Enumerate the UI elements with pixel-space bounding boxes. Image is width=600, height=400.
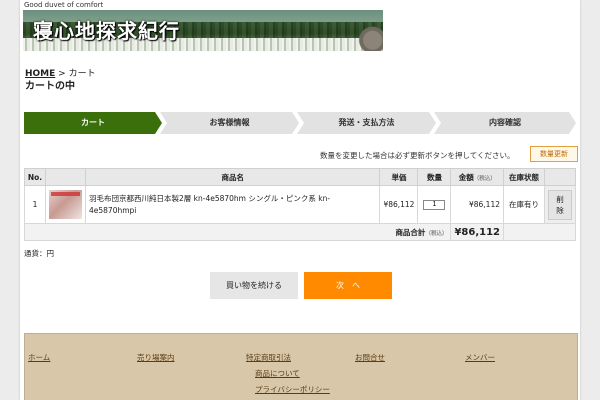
footer-link-member[interactable]: メンバー xyxy=(465,352,495,363)
col-amount-label: 金額 xyxy=(458,172,474,182)
col-amount: 金額（税込） xyxy=(450,168,504,186)
total-label: 商品合計 xyxy=(395,227,426,237)
banner-hay-bales xyxy=(357,24,383,51)
checkout-steps: カート お客様情報 発送・支払方法 内容確認 xyxy=(24,112,576,134)
footer-link-home[interactable]: ホーム xyxy=(28,352,50,363)
product-thumbnail[interactable] xyxy=(49,190,82,219)
page: Good duvet of comfort 寝心地探求紀行 HOME > カート… xyxy=(20,0,580,400)
footer-link-privacy[interactable]: プライバシーポリシー xyxy=(255,384,330,395)
row-amount: ¥86,112 xyxy=(450,185,504,224)
col-image xyxy=(45,168,86,186)
currency-line: 通貨：円 xyxy=(24,249,54,258)
footer-link-commerce-law[interactable]: 特定商取引法 xyxy=(246,352,291,363)
step-confirm: 内容確認 xyxy=(434,112,576,134)
col-qty: 数量 xyxy=(417,168,452,186)
step-cart: カート xyxy=(24,112,162,134)
site-banner[interactable]: 寝心地探求紀行 xyxy=(23,10,383,51)
delete-button[interactable]: 削除 xyxy=(548,189,572,220)
total-empty-cell xyxy=(503,223,576,241)
next-button[interactable]: 次 へ xyxy=(304,272,392,299)
step-customer-info: お客様情報 xyxy=(160,112,299,134)
footer-link-contact[interactable]: お問合せ xyxy=(355,352,385,363)
step-shipping-payment: 発送・支払方法 xyxy=(297,112,436,134)
update-quantity-button[interactable]: 数量更新 xyxy=(530,146,578,162)
row-product-name: 羽毛布団京都西川純日本製2層 kn-4e5870hm シングル・ピンク系 kn-… xyxy=(84,185,381,224)
col-stock: 在庫状態 xyxy=(503,168,545,186)
total-row: 商品合計（税込） ¥86,112 xyxy=(23,223,576,241)
site-title: 寝心地探求紀行 xyxy=(33,19,180,43)
quantity-input[interactable] xyxy=(423,199,446,210)
footer-link-store-guide[interactable]: 売り場案内 xyxy=(137,352,175,363)
total-label-cell: 商品合計（税込） xyxy=(23,223,452,241)
cart-table: No. 商品名 単価 数量 金額（税込） 在庫状態 1 羽毛布団京都西川純日本製… xyxy=(23,168,576,241)
col-product-name: 商品名 xyxy=(84,168,381,186)
row-delete-cell: 削除 xyxy=(544,185,576,224)
row-no: 1 xyxy=(24,185,46,224)
table-header-row: No. 商品名 単価 数量 金額（税込） 在庫状態 xyxy=(24,168,576,186)
table-row: 1 羽毛布団京都西川純日本製2層 kn-4e5870hm シングル・ピンク系 k… xyxy=(24,185,576,224)
row-image-cell xyxy=(45,185,86,224)
row-stock-status: 在庫有り xyxy=(503,185,545,224)
quantity-notice: 数量を変更した場合は必ず更新ボタンを押してください。 xyxy=(320,151,515,160)
col-no: No. xyxy=(24,168,46,186)
continue-shopping-button[interactable]: 買い物を続ける xyxy=(210,272,298,299)
total-tax-note: （税込） xyxy=(425,230,448,237)
col-price: 単価 xyxy=(379,168,419,186)
col-amount-tax-note: （税込） xyxy=(473,175,496,182)
page-title: カートの中 xyxy=(25,81,75,92)
row-qty-cell xyxy=(417,185,452,224)
col-action xyxy=(544,168,576,186)
footer: ホーム 売り場案内 特定商取引法 お問合せ メンバー 商品について プライバシー… xyxy=(24,333,578,400)
tagline: Good duvet of comfort xyxy=(24,1,104,9)
total-value: ¥86,112 xyxy=(450,223,504,241)
footer-link-products[interactable]: 商品について xyxy=(255,368,300,379)
row-price: ¥86,112 xyxy=(379,185,419,224)
